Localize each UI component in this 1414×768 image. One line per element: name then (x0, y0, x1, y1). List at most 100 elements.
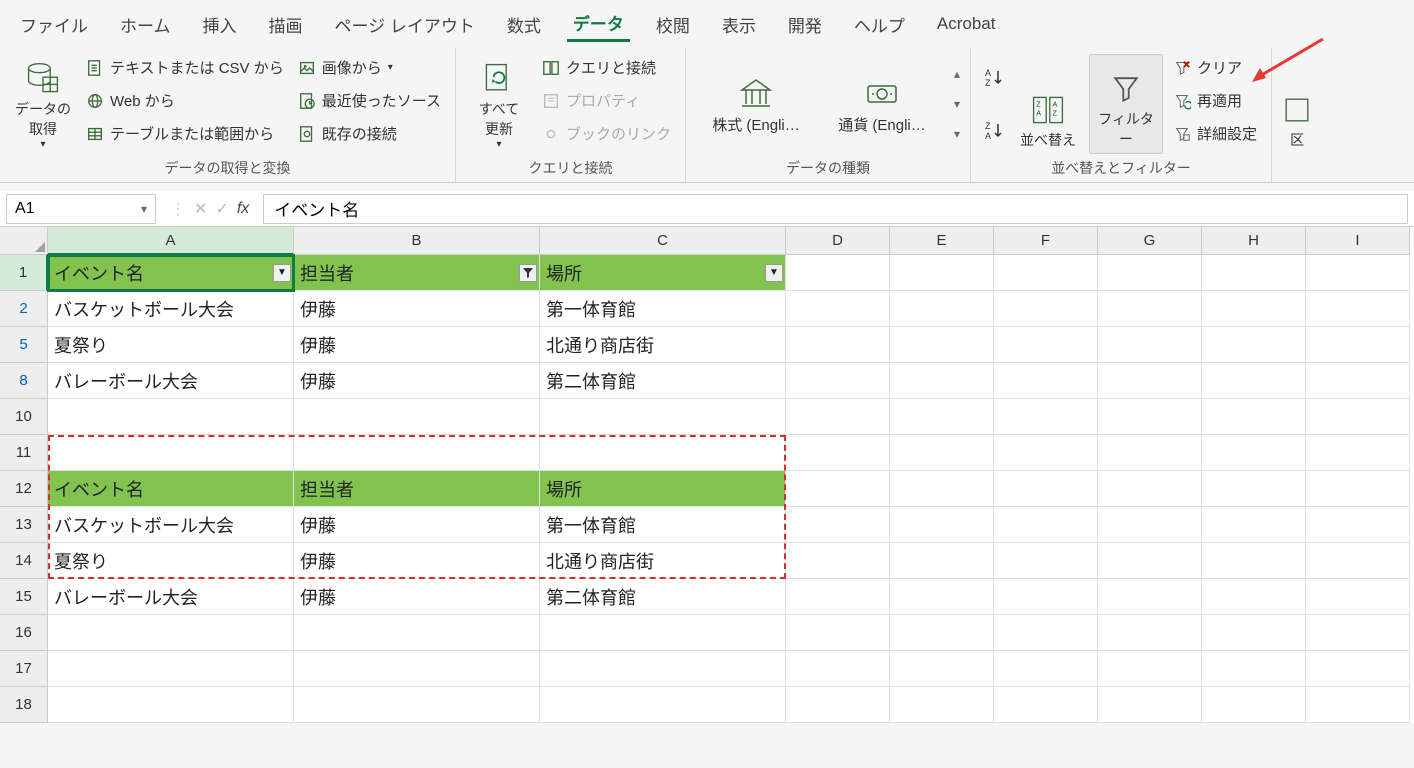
cell-c12[interactable]: 場所 (540, 471, 786, 507)
cell[interactable] (786, 327, 890, 363)
cell[interactable] (994, 327, 1098, 363)
row-header[interactable]: 18 (0, 687, 48, 723)
menu-data[interactable]: データ (567, 6, 630, 42)
col-header-b[interactable]: B (294, 227, 540, 255)
select-all-corner[interactable] (0, 227, 48, 255)
cell[interactable] (1098, 507, 1202, 543)
menu-insert[interactable]: 挿入 (197, 8, 243, 41)
name-box[interactable]: A1 ▾ (6, 194, 156, 224)
row-header[interactable]: 15 (0, 579, 48, 615)
cell[interactable] (994, 543, 1098, 579)
cell[interactable] (1098, 471, 1202, 507)
cell[interactable] (994, 687, 1098, 723)
col-header-e[interactable]: E (890, 227, 994, 255)
cell[interactable] (1202, 255, 1306, 291)
cell[interactable] (1306, 615, 1410, 651)
cell[interactable]: 伊藤 (294, 507, 540, 543)
cell[interactable] (1202, 651, 1306, 687)
cell[interactable] (786, 615, 890, 651)
cell[interactable] (890, 687, 994, 723)
cell[interactable] (786, 291, 890, 327)
refresh-all-button[interactable]: すべて 更新 ▾ (466, 54, 532, 154)
cell[interactable] (786, 651, 890, 687)
cell[interactable]: 第二体育館 (540, 363, 786, 399)
cell[interactable] (1202, 543, 1306, 579)
cell[interactable] (1306, 255, 1410, 291)
cell[interactable] (994, 579, 1098, 615)
cell[interactable] (1202, 687, 1306, 723)
cancel-icon[interactable]: ✕ (194, 199, 207, 219)
from-web-button[interactable]: Web から (82, 87, 288, 114)
cell[interactable] (890, 579, 994, 615)
cell[interactable] (1202, 507, 1306, 543)
menu-file[interactable]: ファイル (14, 8, 94, 41)
cell[interactable] (1098, 651, 1202, 687)
cell[interactable] (1306, 687, 1410, 723)
cell[interactable]: バスケットボール大会 (48, 291, 294, 327)
from-image-button[interactable]: 画像から ▾ (294, 54, 445, 81)
cell[interactable] (890, 363, 994, 399)
cell[interactable] (1202, 363, 1306, 399)
cell[interactable]: 夏祭り (48, 327, 294, 363)
cell[interactable] (890, 507, 994, 543)
row-header[interactable]: 10 (0, 399, 48, 435)
cell-a12[interactable]: イベント名 (48, 471, 294, 507)
confirm-icon[interactable]: ✓ (215, 199, 228, 219)
cell[interactable] (786, 255, 890, 291)
cell[interactable]: 北通り商店街 (540, 327, 786, 363)
sort-asc-button[interactable]: AZ (981, 63, 1007, 93)
properties-button[interactable]: プロパティ (538, 87, 675, 114)
cell[interactable] (1202, 291, 1306, 327)
col-header-g[interactable]: G (1098, 227, 1202, 255)
cell[interactable] (994, 363, 1098, 399)
cell[interactable] (890, 399, 994, 435)
queries-conn-button[interactable]: クエリと接続 (538, 54, 675, 81)
cell[interactable] (48, 651, 294, 687)
menu-developer[interactable]: 開発 (782, 8, 828, 41)
row-header[interactable]: 17 (0, 651, 48, 687)
from-table-button[interactable]: テーブルまたは範囲から (82, 120, 288, 147)
cell[interactable] (1098, 255, 1202, 291)
menu-home[interactable]: ホーム (114, 8, 177, 41)
datatype-down-icon[interactable]: ▾ (954, 97, 960, 111)
cell[interactable] (786, 471, 890, 507)
cell[interactable] (540, 615, 786, 651)
cell[interactable] (994, 255, 1098, 291)
cell[interactable] (1098, 363, 1202, 399)
cell[interactable] (1306, 471, 1410, 507)
row-header[interactable]: 1 (0, 255, 48, 291)
filter-dropdown-icon[interactable]: ▼ (765, 264, 783, 282)
cell[interactable] (294, 687, 540, 723)
cell-c1[interactable]: 場所 ▼ (540, 255, 786, 291)
cell[interactable] (1202, 615, 1306, 651)
menu-view[interactable]: 表示 (716, 8, 762, 41)
cell[interactable] (786, 507, 890, 543)
cell[interactable] (786, 687, 890, 723)
existing-conn-button[interactable]: 既存の接続 (294, 120, 445, 147)
col-header-d[interactable]: D (786, 227, 890, 255)
col-header-i[interactable]: I (1306, 227, 1410, 255)
cell[interactable] (890, 615, 994, 651)
cell[interactable] (1098, 399, 1202, 435)
cell[interactable] (994, 615, 1098, 651)
cell[interactable] (48, 615, 294, 651)
cell[interactable]: バレーボール大会 (48, 363, 294, 399)
row-header[interactable]: 8 (0, 363, 48, 399)
cell[interactable] (540, 687, 786, 723)
get-data-button[interactable]: データの 取得 ▾ (10, 54, 76, 154)
col-header-h[interactable]: H (1202, 227, 1306, 255)
cell[interactable]: 伊藤 (294, 327, 540, 363)
cell[interactable] (890, 435, 994, 471)
cell[interactable]: 伊藤 (294, 543, 540, 579)
cell[interactable]: 伊藤 (294, 291, 540, 327)
cell[interactable] (994, 399, 1098, 435)
fx-icon[interactable]: fx (237, 200, 249, 218)
cell[interactable] (1098, 543, 1202, 579)
cell[interactable] (786, 579, 890, 615)
row-header[interactable]: 14 (0, 543, 48, 579)
cell[interactable] (994, 651, 1098, 687)
cell[interactable] (890, 255, 994, 291)
cell[interactable] (294, 435, 540, 471)
cell[interactable] (1306, 507, 1410, 543)
menu-help[interactable]: ヘルプ (848, 8, 911, 41)
